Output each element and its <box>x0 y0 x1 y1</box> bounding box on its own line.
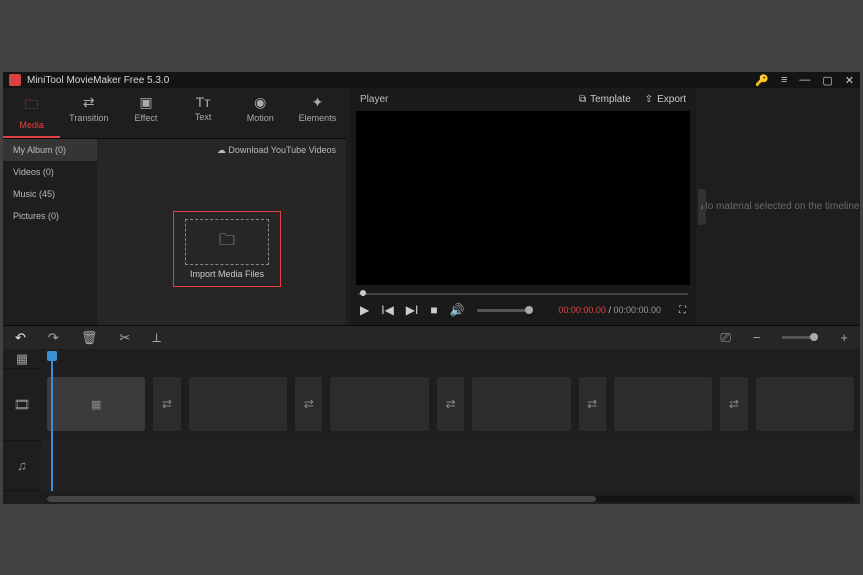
timeline: ▦ 🎞 ♫ ▦ ⇄ ⇄ ⇄ ⇄ ⇄ <box>3 349 860 504</box>
audio-track[interactable] <box>41 441 860 491</box>
sidebar-item-videos[interactable]: Videos (0) <box>3 161 97 183</box>
fit-button[interactable]: ⎚ <box>720 330 730 346</box>
media-categories: My Album (0) Videos (0) Music (45) Pictu… <box>3 139 97 325</box>
video-track[interactable]: ▦ ⇄ ⇄ ⇄ ⇄ ⇄ <box>41 369 860 441</box>
ruler-row[interactable] <box>41 349 860 369</box>
clip-slot[interactable] <box>472 377 570 431</box>
panel-collapse-handle[interactable]: › <box>698 189 706 225</box>
tab-media[interactable]: 🗀Media <box>3 88 60 138</box>
transition-slot[interactable]: ⇄ <box>720 377 747 431</box>
player-controls: ▶ I◀ ▶I ■ 🔊 00:00:00.00 / 00:00:00.00 ⛶ <box>350 299 696 325</box>
timeline-toolbar: ↶ ↷ 🗑 ✂ ⟂ ⎚ − + <box>3 325 860 349</box>
crop-button[interactable]: ⟂ <box>152 330 161 346</box>
transition-slot[interactable]: ⇄ <box>153 377 180 431</box>
sidebar-item-myalbum[interactable]: My Album (0) <box>3 139 97 161</box>
time-total: 00:00:00.00 <box>613 305 661 315</box>
tab-text[interactable]: TᴛText <box>175 88 232 138</box>
track-header-audio[interactable]: ♫ <box>3 441 41 491</box>
app-logo <box>9 74 21 86</box>
zoom-handle[interactable] <box>810 333 818 341</box>
export-button[interactable]: ⇧Export <box>645 94 686 105</box>
menu-icon[interactable]: ≡ <box>781 74 787 86</box>
media-panel: 🗀Media ⇄Transition ▣Effect TᴛText ◉Motio… <box>3 88 346 325</box>
template-icon: ⧉ <box>579 94 586 105</box>
play-button[interactable]: ▶ <box>360 303 369 317</box>
player-header: Player ⧉Template ⇧Export <box>350 88 696 111</box>
app-window: MiniTool MovieMaker Free 5.3.0 🔑 ≡ ― ▢ ✕… <box>3 72 860 504</box>
tab-transition[interactable]: ⇄Transition <box>60 88 117 138</box>
player-panel: Player ⧉Template ⇧Export ▶ I◀ ▶I ■ 🔊 00:… <box>350 88 696 325</box>
track-header-video[interactable]: 🎞 <box>3 369 41 441</box>
transition-slot[interactable]: ⇄ <box>437 377 464 431</box>
export-icon: ⇧ <box>645 94 653 105</box>
close-button[interactable]: ✕ <box>845 74 854 87</box>
tracks-area[interactable]: ▦ ⇄ ⇄ ⇄ ⇄ ⇄ <box>41 349 860 504</box>
tab-effect[interactable]: ▣Effect <box>117 88 174 138</box>
properties-panel: › No material selected on the timeline <box>700 88 860 325</box>
clip-placeholder-icon: ▦ <box>91 398 101 411</box>
video-preview[interactable] <box>356 111 690 285</box>
sidebar-item-music[interactable]: Music (45) <box>3 183 97 205</box>
undo-button[interactable]: ↶ <box>15 330 26 346</box>
timeline-scrollbar[interactable] <box>47 496 854 502</box>
delete-button[interactable]: 🗑 <box>81 330 98 346</box>
import-label: Import Media Files <box>190 269 264 279</box>
redo-button[interactable]: ↷ <box>48 330 59 346</box>
clip-slot[interactable] <box>189 377 287 431</box>
volume-handle[interactable] <box>525 306 533 314</box>
tab-motion[interactable]: ◉Motion <box>232 88 289 138</box>
text-icon: Tᴛ <box>177 94 230 110</box>
track-header-ruler[interactable]: ▦ <box>3 349 41 369</box>
download-youtube-link[interactable]: Download YouTube Videos <box>217 145 336 156</box>
prev-button[interactable]: I◀ <box>381 303 394 317</box>
playhead-line[interactable] <box>51 361 53 491</box>
folder-icon: 🗀 <box>219 229 235 256</box>
transition-slot[interactable]: ⇄ <box>295 377 322 431</box>
fullscreen-button[interactable]: ⛶ <box>679 305 686 316</box>
transition-slot[interactable]: ⇄ <box>579 377 606 431</box>
next-button[interactable]: ▶I <box>406 303 419 317</box>
scroll-thumb[interactable] <box>47 496 596 502</box>
tab-elements[interactable]: ✦Elements <box>289 88 346 138</box>
zoom-out-button[interactable]: − <box>753 330 761 345</box>
time-display: 00:00:00.00 / 00:00:00.00 <box>558 305 661 315</box>
track-headers: ▦ 🎞 ♫ <box>3 349 41 504</box>
app-title: MiniTool MovieMaker Free 5.3.0 <box>27 75 755 86</box>
player-title: Player <box>360 94 565 105</box>
import-media-button[interactable]: 🗀 Import Media Files <box>173 211 281 287</box>
clip-slot[interactable]: ▦ <box>47 377 145 431</box>
media-area: Download YouTube Videos 🗀 Import Media F… <box>97 139 346 325</box>
clip-slot[interactable] <box>330 377 428 431</box>
import-dropzone: 🗀 <box>185 219 269 265</box>
progress-bar[interactable] <box>358 289 688 299</box>
upper-panels: 🗀Media ⇄Transition ▣Effect TᴛText ◉Motio… <box>3 88 860 325</box>
volume-icon[interactable]: 🔊 <box>450 303 465 317</box>
transition-icon: ⇄ <box>62 94 115 111</box>
clip-slot[interactable] <box>756 377 854 431</box>
template-button[interactable]: ⧉Template <box>579 94 631 105</box>
media-body: My Album (0) Videos (0) Music (45) Pictu… <box>3 139 346 325</box>
split-button[interactable]: ✂ <box>119 330 130 346</box>
minimize-button[interactable]: ― <box>799 74 810 86</box>
folder-icon: 🗀 <box>5 94 58 118</box>
maximize-button[interactable]: ▢ <box>822 74 832 87</box>
motion-icon: ◉ <box>234 94 287 111</box>
titlebar: MiniTool MovieMaker Free 5.3.0 🔑 ≡ ― ▢ ✕ <box>3 72 860 88</box>
properties-empty-text: No material selected on the timeline <box>701 201 860 212</box>
zoom-slider[interactable] <box>782 336 818 339</box>
clip-slot[interactable] <box>614 377 712 431</box>
zoom-in-button[interactable]: + <box>840 330 848 345</box>
key-icon[interactable]: 🔑 <box>755 74 769 87</box>
volume-slider[interactable] <box>477 309 533 312</box>
stop-button[interactable]: ■ <box>430 303 437 317</box>
progress-track <box>358 293 688 295</box>
playhead[interactable] <box>47 351 57 361</box>
titlebar-controls: 🔑 ≡ ― ▢ ✕ <box>755 74 854 87</box>
progress-handle[interactable] <box>360 290 366 296</box>
sidebar-item-pictures[interactable]: Pictures (0) <box>3 205 97 227</box>
elements-icon: ✦ <box>291 94 344 111</box>
effect-icon: ▣ <box>119 94 172 111</box>
main-tabs: 🗀Media ⇄Transition ▣Effect TᴛText ◉Motio… <box>3 88 346 139</box>
time-current: 00:00:00.00 <box>558 305 606 315</box>
